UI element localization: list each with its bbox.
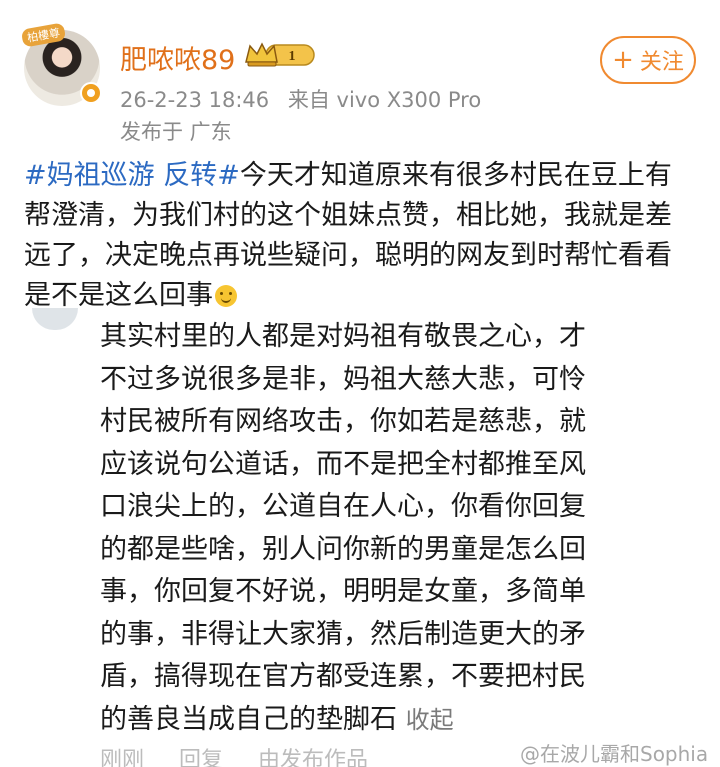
comment-actions-strip: 刚刚 回复 由发布作品: [100, 742, 520, 767]
vip-crown-icon[interactable]: 1: [244, 38, 316, 70]
comment-time: 刚刚: [100, 748, 145, 767]
comment-line: 的善良当成自己的垫脚石: [100, 703, 397, 735]
comment-line: 事，你回复不好说，明明是女童，多简单: [100, 576, 586, 607]
comment-line: 村民被所有网络攻击，你如若是慈悲，就: [100, 406, 586, 437]
post-location: 发布于 广东: [120, 120, 232, 144]
collapse-link[interactable]: 收起: [406, 706, 454, 734]
comment-line: 的都是些啥，别人问你新的男童是怎么回: [100, 533, 586, 565]
author-note: 由发布作品: [258, 748, 369, 767]
smile-emoji-icon: [215, 285, 237, 307]
plus-icon: +: [612, 45, 634, 75]
vip-level: 1: [289, 49, 296, 64]
commenter-avatar[interactable]: [32, 308, 78, 330]
post-header: 柏樓尊 肥哝哝89 1 26-2-23 18:46 来自 vivo X300 P…: [0, 0, 720, 150]
comment-line: 的事，非得让大家猜，然后制造更大的矛: [100, 618, 586, 650]
follow-label: 关注: [639, 50, 684, 75]
comment-line: 应该说句公道话，而不是把全村都推至风: [100, 448, 586, 480]
author-name[interactable]: 肥哝哝89: [120, 38, 235, 77]
comment-line: 盾，搞得现在官方都受连累，不要把村民: [100, 661, 586, 692]
comment-line: 不过多说很多是非，妈祖大慈大悲，可怜: [100, 363, 586, 395]
follow-button[interactable]: + 关注: [600, 36, 696, 84]
hashtag-link[interactable]: #妈祖巡游 反转#: [24, 160, 240, 191]
post-timestamp: 26-2-23 18:46: [120, 88, 270, 112]
author-avatar[interactable]: 柏樓尊: [20, 22, 102, 106]
comment-body: 其实村里的人都是对妈祖有敬畏之心，才 不过多说很多是非，妈祖大慈大悲，可怜 村民…: [100, 316, 660, 741]
post-source: 来自 vivo X300 Pro: [287, 88, 482, 112]
comment-last-line: 的善良当成自己的垫脚石 收起: [100, 699, 660, 742]
post-body: #妈祖巡游 反转#今天才知道原来有很多村民在豆上有帮澄清，为我们村的这个姐妹点赞…: [24, 156, 698, 316]
post-meta: 26-2-23 18:46 来自 vivo X300 Pro: [120, 84, 481, 114]
verified-badge-icon: [80, 82, 102, 104]
watermark: @在波儿霸和Sophia: [520, 742, 709, 766]
comment-line: 其实村里的人都是对妈祖有敬畏之心，才: [100, 321, 586, 352]
reply-link[interactable]: 回复: [179, 748, 223, 767]
comment-line: 口浪尖上的，公道自在人心，你看你回复: [100, 491, 586, 522]
